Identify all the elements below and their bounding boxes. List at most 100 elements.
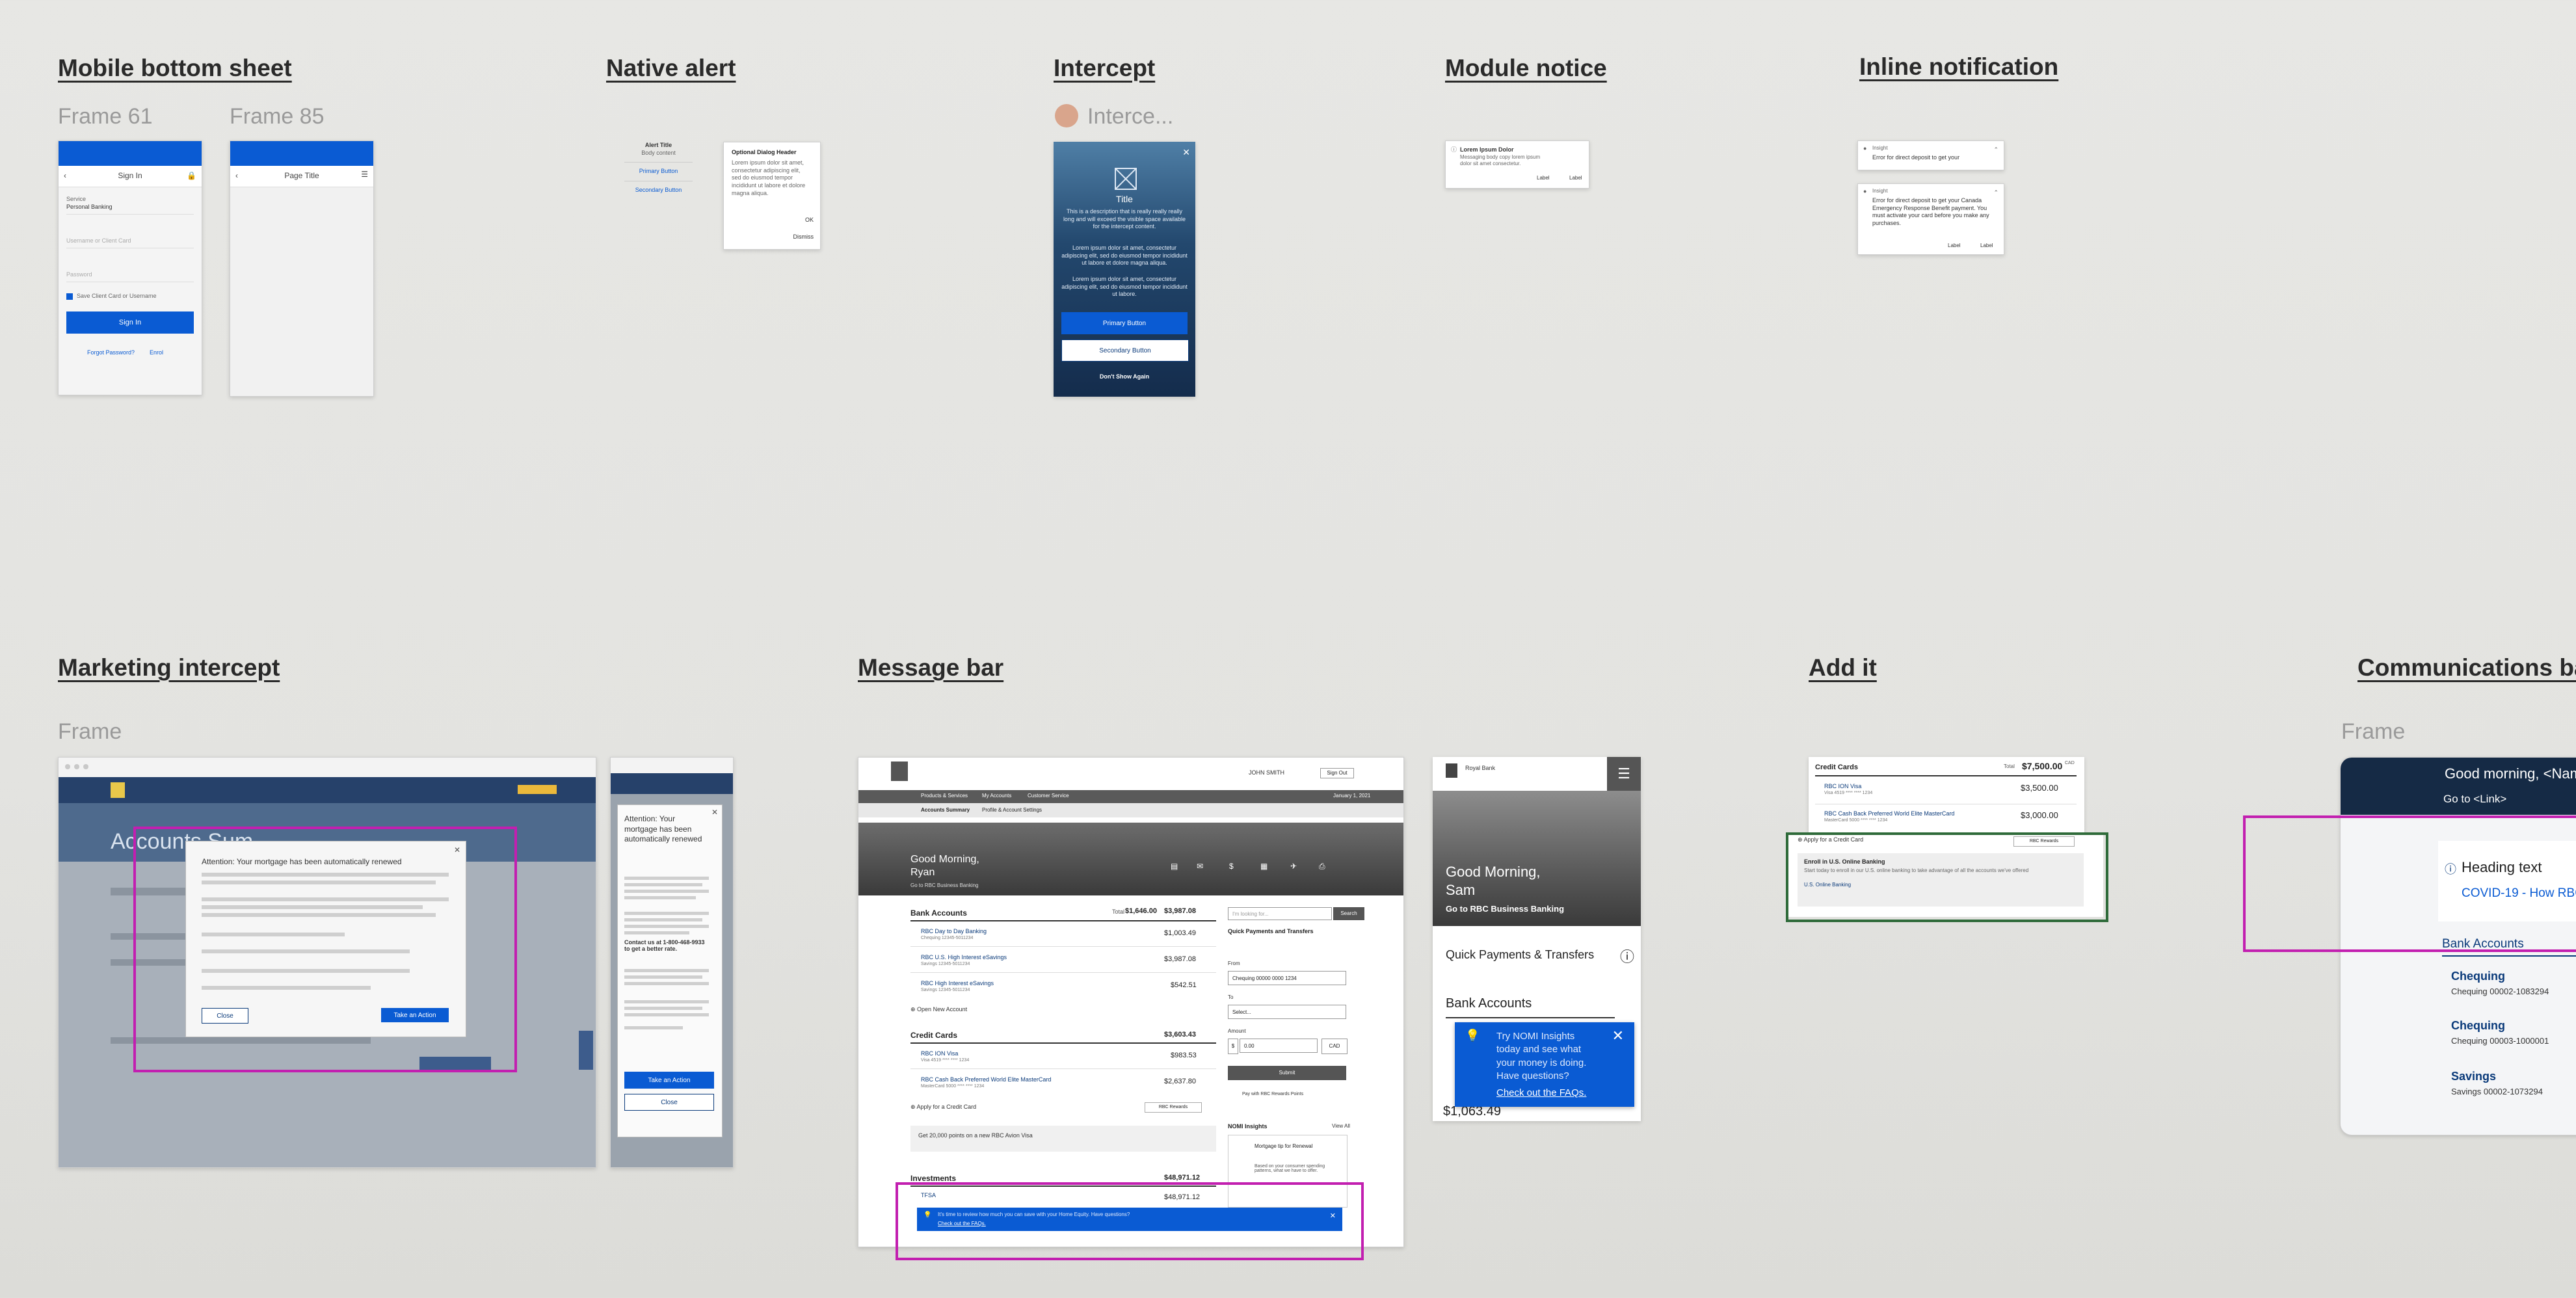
currency-select[interactable]: CAD <box>1321 1039 1348 1054</box>
business-banking-link[interactable]: Go to RBC Business Banking <box>1446 904 1564 914</box>
offers-icon[interactable]: ▦ <box>1260 862 1268 871</box>
inline-notification-1-body: Error for direct deposit to get your <box>1872 154 1960 161</box>
enrol-link[interactable]: Enrol <box>150 349 163 357</box>
frame-label-comms[interactable]: Frame <box>2341 719 2405 745</box>
dont-show-again-link[interactable]: Don't Show Again <box>1054 373 1195 381</box>
intercept-primary-button[interactable]: Primary Button <box>1061 312 1188 334</box>
nav-my-accounts[interactable]: My Accounts <box>982 793 1011 799</box>
insight-icon: ● <box>1863 145 1867 152</box>
skeleton-text <box>624 1007 702 1010</box>
alert-secondary-button[interactable]: Secondary Button <box>624 187 693 194</box>
section-title-module-notice[interactable]: Module notice <box>1445 55 1607 82</box>
rbc-logo <box>111 782 125 798</box>
to-select[interactable]: Select... <box>1228 1005 1346 1019</box>
card-name[interactable]: RBC ION Visa <box>1824 783 1861 789</box>
dialog-header: Optional Dialog Header <box>732 149 797 155</box>
status-bar <box>230 141 373 166</box>
section-title-inline-notification[interactable]: Inline notification <box>1859 53 2058 81</box>
nav-products[interactable]: Products & Services <box>921 793 968 799</box>
module-notice-link-2[interactable]: Label <box>1569 175 1582 181</box>
info-icon[interactable]: ⓘ <box>1620 946 1634 966</box>
remember-checkbox[interactable] <box>66 293 73 300</box>
business-banking-link[interactable]: Go to RBC Business Banking <box>910 882 979 888</box>
forgot-password-link[interactable]: Forgot Password? <box>87 349 135 357</box>
from-select[interactable]: Chequing 00000 0000 1234 <box>1228 971 1346 985</box>
search-button[interactable]: Search <box>1333 907 1364 920</box>
skeleton-text <box>624 975 702 979</box>
subnav-accounts-summary[interactable]: Accounts Summary <box>921 807 970 813</box>
open-account-link[interactable]: ⊕ Open New Account <box>910 1006 967 1013</box>
account-name[interactable]: Savings <box>2451 1070 2496 1083</box>
secure-banking-icon[interactable]: ✈ <box>1290 862 1297 871</box>
subnav-profile[interactable]: Profile & Account Settings <box>982 807 1042 813</box>
feedback-tab[interactable] <box>579 1031 593 1070</box>
search-input[interactable]: I'm looking for... <box>1228 907 1332 920</box>
ebills-icon[interactable]: $ <box>1229 862 1234 871</box>
section-title-marketing-intercept[interactable]: Marketing intercept <box>58 654 280 682</box>
dialog-dismiss-button[interactable]: Dismiss <box>793 233 814 241</box>
rbc-rewards-button[interactable]: RBC Rewards <box>1145 1102 1202 1113</box>
card-name[interactable]: RBC Cash Back Preferred World Elite Mast… <box>921 1076 1051 1083</box>
service-select[interactable]: Personal Banking <box>66 204 113 211</box>
message-centre-icon[interactable]: ✉ <box>1197 862 1203 871</box>
signin-button[interactable]: Sign In <box>66 311 194 334</box>
section-title-intercept[interactable]: Intercept <box>1054 55 1155 82</box>
intercept-secondary-button[interactable]: Secondary Button <box>1061 339 1189 362</box>
frame-label-85[interactable]: Frame 85 <box>230 104 325 129</box>
account-name[interactable]: Chequing <box>2451 1019 2505 1033</box>
signout-button[interactable]: Sign Out <box>1320 768 1354 778</box>
alert-primary-button[interactable]: Primary Button <box>624 168 693 176</box>
amount-input[interactable]: 0.00 <box>1240 1039 1318 1053</box>
nav-bar: ‹ Sign In 🔒 <box>59 166 202 187</box>
skeleton-text <box>624 969 709 972</box>
module-notice-link-1[interactable]: Label <box>1537 175 1550 181</box>
card-name[interactable]: RBC Cash Back Preferred World Elite Mast… <box>1824 810 1954 817</box>
print-icon[interactable]: ⎙ <box>1319 862 1325 871</box>
greeting: Good Morning, <box>1446 864 1541 880</box>
comms-greeting: Good morning, <Name <box>2445 765 2576 782</box>
frame-label-marketing[interactable]: Frame <box>58 719 122 745</box>
card-balance: $2,637.80 <box>1164 1078 1196 1085</box>
account-name[interactable]: RBC Day to Day Banking <box>921 928 987 934</box>
close-icon[interactable]: ✕ <box>711 808 718 817</box>
frame-label-intercept[interactable]: Interce... <box>1087 104 1173 129</box>
mobile-take-action-button[interactable]: Take an Action <box>624 1072 714 1089</box>
view-all-link[interactable]: View All <box>1332 1123 1350 1129</box>
menu-icon[interactable]: ☰ <box>361 170 368 179</box>
comms-goto-link[interactable]: Go to <Link> <box>2443 793 2506 806</box>
submit-button[interactable]: Submit <box>1228 1066 1346 1080</box>
apply-card-link[interactable]: ⊕ Apply for a Credit Card <box>910 1104 976 1111</box>
password-input[interactable]: Password <box>66 271 92 279</box>
mobile-close-button[interactable]: Close <box>624 1094 714 1111</box>
account-name[interactable]: Chequing <box>2451 970 2505 983</box>
menu-icon[interactable]: ☰ <box>1607 757 1641 791</box>
account-name[interactable]: RBC U.S. High Interest eSavings <box>921 954 1007 960</box>
inline-notification-link-1[interactable]: Label <box>1948 243 1961 249</box>
lock-icon: 🔒 <box>187 171 196 180</box>
chevron-up-icon[interactable]: ⌃ <box>1993 146 1998 154</box>
credit-cards-heading: Credit Cards <box>910 1031 958 1040</box>
page-title: Page Title <box>284 171 319 180</box>
mobile-message-bar-link[interactable]: Check out the FAQs. <box>1496 1087 1586 1098</box>
close-icon[interactable]: ✕ <box>1182 147 1190 158</box>
inline-notification-link-2[interactable]: Label <box>1980 243 1993 249</box>
section-title-message-bar[interactable]: Message bar <box>858 654 1003 682</box>
dialog-ok-button[interactable]: OK <box>805 217 814 224</box>
signout-button[interactable] <box>518 785 557 794</box>
username-input[interactable]: Username or Client Card <box>66 237 131 245</box>
user-menu[interactable]: JOHN SMITH <box>1249 769 1284 776</box>
section-title-native-alert[interactable]: Native alert <box>606 55 736 82</box>
account-name[interactable]: RBC High Interest eSavings <box>921 980 994 987</box>
section-title-add-it[interactable]: Add it <box>1809 654 1877 682</box>
section-title-mobile-bottom-sheet[interactable]: Mobile bottom sheet <box>58 55 292 82</box>
chevron-up-icon[interactable]: ⌃ <box>1993 189 1998 197</box>
frame-label-61[interactable]: Frame 61 <box>58 104 153 129</box>
account-number: Chequing 00003-1000001 <box>2451 1036 2549 1046</box>
nav-customer-service[interactable]: Customer Service <box>1028 793 1069 799</box>
card-name[interactable]: RBC ION Visa <box>921 1050 958 1057</box>
section-title-communications-bar[interactable]: Communications ba <box>2357 654 2576 682</box>
close-icon[interactable]: ✕ <box>1612 1027 1624 1044</box>
pay-rewards-link[interactable]: Pay with RBC Rewards Points <box>1242 1092 1303 1096</box>
window-dot <box>74 764 79 769</box>
statements-icon[interactable]: ▤ <box>1171 862 1178 871</box>
